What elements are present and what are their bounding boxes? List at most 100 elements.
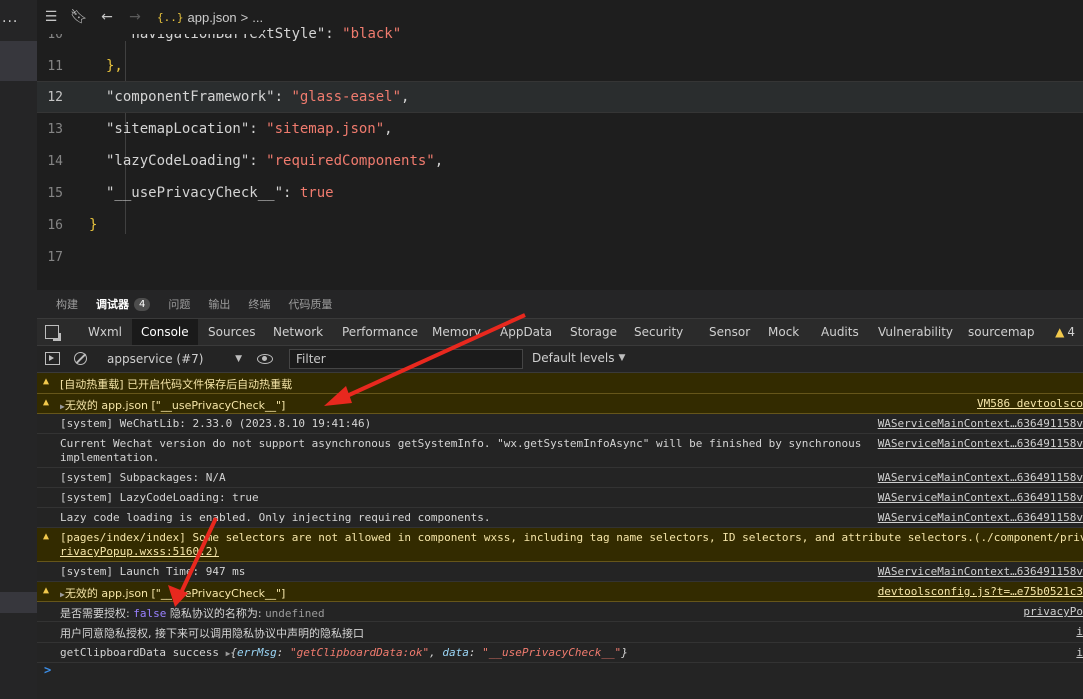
source-link[interactable]: WAServiceMainContext…636491158v [878, 511, 1083, 524]
line-number: 15 [47, 185, 63, 201]
log-levels-select[interactable]: Default levels ▼ [532, 351, 625, 365]
console-message[interactable]: [system] LazyCodeLoading: true WAService… [37, 488, 1083, 508]
source-link[interactable]: WAServiceMainContext…636491158v [878, 417, 1083, 430]
tab-performance[interactable]: Performance [342, 319, 418, 345]
tab-storage[interactable]: Storage [570, 319, 617, 345]
warning-counter[interactable]: ▲ 4 [1055, 319, 1075, 345]
breadcrumb[interactable]: {..} app.json > ... [157, 10, 263, 25]
log-levels-label: Default levels [532, 351, 615, 365]
tab-terminal[interactable]: 终端 [239, 290, 279, 318]
console-message[interactable]: 用户同意隐私授权, 接下来可以调用隐私协议中声明的隐私接口 i [37, 622, 1083, 643]
tab-appdata[interactable]: AppData [500, 319, 552, 345]
tab-output[interactable]: 输出 [199, 290, 239, 318]
more-icon[interactable]: ... [2, 10, 18, 26]
tab-label: 输出 [208, 298, 231, 311]
json-key: "componentFramework" [106, 89, 275, 105]
tab-code-quality[interactable]: 代码质量 [279, 290, 341, 318]
tab-audits[interactable]: Audits [821, 319, 859, 345]
live-expression-eye-icon[interactable] [257, 354, 273, 364]
back-arrow-icon[interactable]: ← [93, 0, 121, 34]
warning-icon: ▲ [43, 397, 50, 408]
console-message[interactable]: ▲ [pages/index/index] Some selectors are… [37, 528, 1083, 562]
code-editor[interactable]: 10 "navigationBarTextStyle": "black" 11 … [37, 18, 1083, 290]
tab-sources[interactable]: Sources [208, 319, 255, 345]
json-key: "__usePrivacyCheck__" [106, 185, 284, 201]
breadcrumb-more[interactable]: ... [252, 10, 263, 25]
code-line-11[interactable]: 11 }, [37, 50, 1083, 82]
console-message[interactable]: ▲ [自动热重载] 已开启代码文件保存后自动热重载 [37, 373, 1083, 394]
tab-sourcemap[interactable]: sourcemap [968, 319, 1035, 345]
code-line-15[interactable]: 15 "__usePrivacyCheck__": true [37, 177, 1083, 209]
breadcrumb-file[interactable]: app.json [188, 10, 237, 25]
tab-security[interactable]: Security [634, 319, 683, 345]
forward-arrow-icon[interactable]: → [121, 0, 149, 34]
tab-mock[interactable]: Mock [768, 319, 799, 345]
console-output[interactable]: ▲ [自动热重载] 已开启代码文件保存后自动热重载 ▲ ▶无效的 app.jso… [37, 373, 1083, 699]
explorer-selected-item[interactable] [0, 41, 37, 81]
tab-sensor[interactable]: Sensor [709, 319, 750, 345]
tab-console[interactable]: Console [132, 319, 198, 345]
tab-label: 构建 [56, 298, 78, 311]
clear-console-icon[interactable] [74, 352, 87, 365]
editor-toolbar: ☰ 🔖︎ ← → {..} app.json > ... [37, 0, 264, 34]
source-link[interactable]: privacyPo [1023, 605, 1083, 618]
json-colon: : [283, 185, 300, 201]
explorer-strip: ... [0, 0, 37, 699]
show-sidebar-icon[interactable] [45, 352, 60, 365]
source-link[interactable]: devtoolsconfig.js?t=…e75b0521c3 [878, 585, 1083, 598]
source-link[interactable]: rivacyPopup.wxss:5160:2) [60, 545, 219, 558]
inspect-element-icon[interactable] [45, 325, 61, 341]
tab-label: 问题 [168, 298, 191, 311]
source-link[interactable]: WAServiceMainContext…636491158v [878, 565, 1083, 578]
console-message[interactable]: ▲ ▶无效的 app.json ["__usePrivacyCheck__"] … [37, 394, 1083, 414]
json-colon: : [274, 89, 292, 105]
console-message[interactable]: [system] WeChatLib: 2.33.0 (2023.8.10 19… [37, 414, 1083, 434]
source-link[interactable]: i [1076, 646, 1083, 659]
tab-problems[interactable]: 问题 [159, 290, 199, 318]
dropdown-icon: ▼ [618, 353, 626, 363]
console-message[interactable]: Lazy code loading is enabled. Only injec… [37, 508, 1083, 528]
json-comma: , [434, 153, 444, 169]
json-comma: , [384, 121, 393, 137]
tab-wxml[interactable]: Wxml [88, 319, 122, 345]
console-message[interactable]: ▲ ▶无效的 app.json ["__usePrivacyCheck__"] … [37, 582, 1083, 602]
source-link[interactable]: WAServiceMainContext…636491158v [878, 437, 1083, 450]
message-text: [pages/index/index] Some selectors are n… [60, 531, 1083, 544]
message-text: 无效的 app.json ["__usePrivacyCheck__"] [64, 587, 286, 600]
console-message[interactable]: 是否需要授权: false 隐私协议的名称为: undefined privac… [37, 602, 1083, 622]
json-colon: : [249, 121, 267, 137]
code-line-16[interactable]: 16 } [37, 209, 1083, 241]
explorer-hover-item[interactable] [0, 592, 37, 613]
console-filter-input[interactable] [289, 349, 523, 369]
source-link[interactable]: VM586 devtoolsco [977, 397, 1083, 410]
tab-network[interactable]: Network [273, 319, 323, 345]
source-link[interactable]: i [1076, 625, 1083, 638]
message-text: getClipboardData success [60, 646, 219, 659]
tab-memory[interactable]: Memory [432, 319, 481, 345]
tab-label: 调试器 [96, 298, 129, 311]
message-text: [system] LazyCodeLoading: true [60, 491, 259, 504]
tab-debugger[interactable]: 调试器 4 [87, 290, 159, 318]
console-message[interactable]: [system] Launch Time: 947 ms WAServiceMa… [37, 562, 1083, 582]
code-line-13[interactable]: 13 "sitemapLocation": "sitemap.json", [37, 113, 1083, 145]
json-brace: }, [106, 58, 123, 74]
source-link[interactable]: WAServiceMainContext…636491158v [878, 491, 1083, 504]
tab-build[interactable]: 构建 [37, 290, 87, 318]
code-line-14[interactable]: 14 "lazyCodeLoading": "requiredComponent… [37, 145, 1083, 177]
list-icon[interactable]: ☰ [37, 0, 65, 34]
console-message[interactable]: [system] Subpackages: N/A WAServiceMainC… [37, 468, 1083, 488]
console-prompt[interactable]: > [44, 663, 51, 677]
code-line-12[interactable]: 12 "componentFramework": "glass-easel", [37, 81, 1083, 113]
message-text: [system] Subpackages: N/A [60, 471, 226, 484]
bookmark-icon[interactable]: 🔖︎ [65, 0, 93, 34]
tab-vulnerability[interactable]: Vulnerability [878, 319, 953, 345]
json-key: "lazyCodeLoading" [106, 153, 250, 169]
console-message[interactable]: Current Wechat version do not support as… [37, 434, 1083, 468]
message-text: [system] Launch Time: 947 ms [60, 565, 246, 578]
console-message[interactable]: getClipboardData success ▶{errMsg: "getC… [37, 643, 1083, 663]
code-line-17[interactable]: 17 [37, 241, 1083, 273]
count-badge: 4 [134, 297, 151, 311]
message-text: 无效的 app.json ["__usePrivacyCheck__"] [64, 399, 286, 412]
context-select[interactable]: appservice (#7) ▼ [107, 351, 242, 367]
source-link[interactable]: WAServiceMainContext…636491158v [878, 471, 1083, 484]
